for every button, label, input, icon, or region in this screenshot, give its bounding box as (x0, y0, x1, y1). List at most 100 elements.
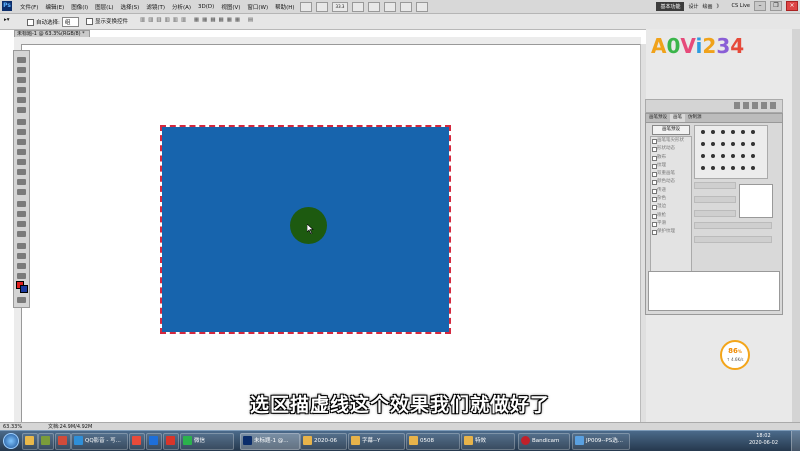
screen-mode-icon[interactable] (416, 2, 428, 12)
panel-tool-icon[interactable] (770, 102, 776, 109)
taskbar-item-1[interactable] (129, 433, 145, 450)
brush-option[interactable]: 喷枪 (651, 212, 691, 220)
taskbar-item-wechat[interactable]: 微信 (180, 433, 234, 450)
menu-analysis[interactable]: 分析(A) (172, 3, 191, 11)
taskbar-item-qq-player[interactable]: QQ影音 - 写... (71, 433, 128, 450)
healing-brush-tool-icon[interactable] (17, 119, 26, 125)
menu-layer[interactable]: 图层(L) (95, 3, 113, 11)
history-brush-tool-icon[interactable] (17, 149, 26, 155)
tab-clone-source[interactable]: 仿制源 (685, 114, 705, 122)
brush-size-field[interactable] (694, 182, 736, 189)
brush-option[interactable]: 湿边 (651, 203, 691, 211)
brush-hardness-slider[interactable] (694, 222, 772, 229)
menu-window[interactable]: 窗口(W) (247, 3, 268, 11)
workspace-painting-button[interactable]: 绘画 (703, 3, 713, 10)
panel-tool-icon[interactable] (761, 102, 767, 109)
brush-tool-icon[interactable] (17, 129, 26, 135)
menu-view[interactable]: 视图(V) (221, 3, 240, 11)
menu-help[interactable]: 帮助(H) (275, 3, 294, 11)
workspace-essentials-button[interactable]: 基本功能 (656, 1, 685, 11)
auto-select-checkbox[interactable] (27, 19, 34, 26)
shape-tool-icon[interactable] (17, 231, 26, 237)
taskbar-item-2[interactable] (146, 433, 162, 450)
background-color-swatch[interactable] (20, 285, 28, 293)
taskbar-item-3[interactable] (163, 433, 179, 450)
taskbar-item-subtitles[interactable]: 字幕--Y (348, 433, 405, 450)
panel-tool-icon[interactable] (743, 102, 749, 109)
zoom-level-field[interactable]: 33.3 (332, 2, 348, 12)
brush-option[interactable]: 散布 (651, 154, 691, 162)
show-desktop-button[interactable] (791, 431, 800, 451)
dodge-tool-icon[interactable] (17, 189, 26, 195)
taskbar-item-0508[interactable]: 0508 (406, 433, 460, 450)
menu-file[interactable]: 文件(F) (20, 3, 38, 11)
menu-3d[interactable]: 3D(D) (198, 4, 214, 10)
path-select-tool-icon[interactable] (17, 221, 26, 227)
brush-presets-button[interactable]: 画笔预设 (652, 125, 690, 135)
taskbar-icon[interactable] (55, 433, 71, 450)
taskbar-item-jp009[interactable]: JP009--PS选... (572, 433, 630, 450)
bridge-icon[interactable] (300, 2, 312, 12)
zoom-tool-icon[interactable] (368, 2, 380, 12)
hand-tool-icon[interactable] (17, 263, 26, 269)
tab-brush-presets[interactable]: 画笔预设 (646, 114, 670, 122)
taskbar-icon[interactable] (38, 433, 54, 450)
brush-spacing-slider[interactable] (694, 236, 772, 243)
restore-button[interactable]: ❐ (770, 1, 782, 11)
3d-rotate-tool-icon[interactable] (17, 243, 26, 249)
3d-orbit-tool-icon[interactable] (17, 253, 26, 259)
close-button[interactable]: × (786, 1, 798, 11)
menu-edit[interactable]: 编辑(E) (45, 3, 64, 11)
eraser-tool-icon[interactable] (17, 159, 26, 165)
show-transform-checkbox[interactable] (86, 18, 93, 25)
network-speed-widget[interactable]: 86% ↑ 4.6K/s (720, 340, 750, 370)
workspace-design-button[interactable]: 设计 (688, 3, 698, 10)
zoom-tool-icon[interactable] (17, 273, 26, 279)
minimize-button[interactable]: – (754, 1, 766, 11)
hand-tool-icon[interactable] (352, 2, 364, 12)
rotate-view-icon[interactable] (384, 2, 396, 12)
workspace-more-button[interactable]: 》 (717, 3, 722, 10)
brush-angle-field[interactable] (694, 196, 736, 203)
brush-option[interactable]: 颜色动态 (651, 178, 691, 186)
brush-option[interactable]: 杂色 (651, 195, 691, 203)
type-tool-icon[interactable] (17, 211, 26, 217)
move-tool-icon[interactable] (17, 57, 26, 63)
taskbar-item-photoshop[interactable]: 未标题-1 @... (240, 433, 300, 450)
brush-tip-grid[interactable] (694, 125, 768, 179)
brush-option[interactable]: 画笔笔尖形状 (651, 137, 691, 145)
pen-tool-icon[interactable] (17, 201, 26, 207)
taskbar-icon[interactable] (22, 433, 38, 450)
tab-brush[interactable]: 画笔 (670, 114, 685, 122)
panel-tool-icon[interactable] (734, 102, 740, 109)
taskbar-clock[interactable]: 18:02 2020-06-02 (749, 433, 778, 447)
gradient-tool-icon[interactable] (17, 169, 26, 175)
arrange-documents-icon[interactable] (400, 2, 412, 12)
cs-live-button[interactable]: CS Live (726, 3, 750, 9)
eyedropper-tool-icon[interactable] (17, 107, 26, 113)
menu-filter[interactable]: 滤镜(T) (146, 3, 165, 11)
brush-option[interactable]: 纹理 (651, 162, 691, 170)
quick-select-tool-icon[interactable] (17, 87, 26, 93)
taskbar-item-bandicam[interactable]: Bandicam (518, 433, 570, 450)
quick-mask-icon[interactable] (17, 297, 26, 303)
panel-tool-icon[interactable] (752, 102, 758, 109)
taskbar-item-folder-2020[interactable]: 2020-06 (300, 433, 347, 450)
minibridge-icon[interactable] (316, 2, 328, 12)
start-button[interactable] (3, 433, 19, 449)
menu-select[interactable]: 选择(S) (121, 3, 140, 11)
system-tray-icons[interactable] (722, 436, 740, 444)
crop-tool-icon[interactable] (17, 97, 26, 103)
align-buttons-icon[interactable]: ▥▥▥▥▥▥ ▦▦▦▦▦▦ ▤ (140, 17, 256, 23)
brush-option[interactable]: 传递 (651, 187, 691, 195)
menu-image[interactable]: 图像(I) (71, 3, 88, 11)
clone-stamp-tool-icon[interactable] (17, 139, 26, 145)
brush-option[interactable]: 双重画笔 (651, 170, 691, 178)
auto-select-dropdown[interactable]: 组 (61, 17, 80, 27)
brush-roundness-field[interactable] (694, 210, 736, 217)
lasso-tool-icon[interactable] (17, 77, 26, 83)
move-tool-preset-icon[interactable]: ▸▾ (4, 17, 10, 23)
brush-option[interactable]: 平滑 (651, 220, 691, 228)
taskbar-item-effects[interactable]: 特效 (461, 433, 515, 450)
marquee-tool-icon[interactable] (17, 67, 26, 73)
